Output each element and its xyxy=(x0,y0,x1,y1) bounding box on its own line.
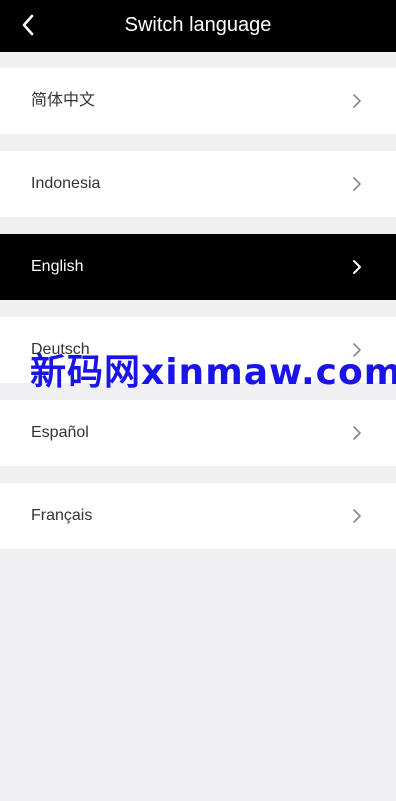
language-label: 简体中文 xyxy=(31,92,96,109)
language-label: Indonesia xyxy=(31,175,101,192)
chevron-right-icon xyxy=(353,509,361,523)
page-title: Switch language xyxy=(124,14,272,36)
language-label: Español xyxy=(31,424,89,441)
chevron-right-icon xyxy=(353,177,361,191)
language-list: 简体中文 Indonesia English Deutsch Español F… xyxy=(0,68,396,566)
chevron-right-icon xyxy=(353,426,361,440)
language-item-chinese[interactable]: 简体中文 xyxy=(0,68,396,134)
language-label: English xyxy=(31,258,84,275)
language-item-francais[interactable]: Français xyxy=(0,483,396,549)
chevron-right-icon xyxy=(353,260,361,274)
language-item-english[interactable]: English xyxy=(0,234,396,300)
watermark-text: 新码网xinmaw.com xyxy=(30,352,396,393)
language-item-indonesia[interactable]: Indonesia xyxy=(0,151,396,217)
chevron-right-icon xyxy=(353,94,361,108)
top-bar: Switch language xyxy=(0,0,396,52)
language-label: Français xyxy=(31,507,93,524)
language-item-espanol[interactable]: Español xyxy=(0,400,396,466)
